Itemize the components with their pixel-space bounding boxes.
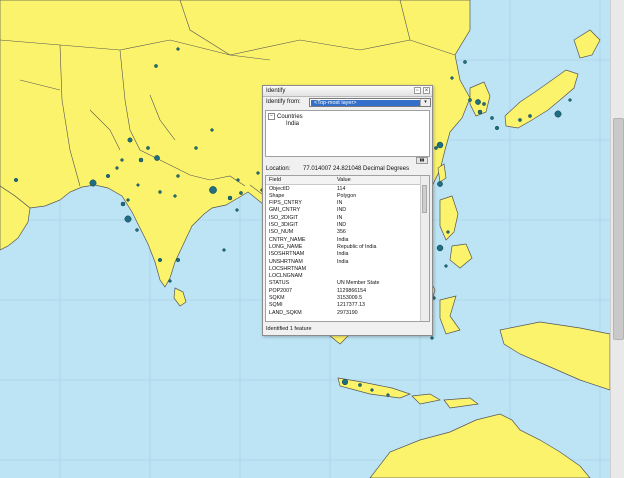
table-row[interactable]: POP2007 1129866154 bbox=[266, 287, 422, 294]
map-vertical-scrollbar[interactable] bbox=[610, 0, 624, 478]
table-row[interactable]: SQMI 1217377.13 bbox=[266, 302, 422, 309]
identify-from-label: Identify from: bbox=[266, 99, 301, 105]
table-row[interactable]: ISOSHRTNAM India bbox=[266, 251, 422, 258]
field-name: Shape bbox=[269, 192, 285, 199]
table-row[interactable]: SQKM 3153009.5 bbox=[266, 295, 422, 302]
field-value: 3153009.5 bbox=[337, 295, 363, 301]
field-value: IN bbox=[337, 200, 343, 207]
field-value: Republic of India bbox=[337, 243, 377, 250]
field-value: India bbox=[337, 251, 349, 258]
chevron-down-icon[interactable]: ▾ bbox=[420, 99, 430, 106]
table-header: Field Value bbox=[266, 176, 422, 185]
field-value: IND bbox=[337, 222, 347, 228]
tree-node-layer[interactable]: − Countries bbox=[268, 113, 303, 120]
field-value: 114 bbox=[337, 185, 346, 192]
table-row[interactable]: ISO_2DIGIT IN bbox=[266, 214, 422, 221]
field-name: POP2007 bbox=[269, 287, 292, 294]
field-value: IN bbox=[337, 214, 343, 221]
field-name: ObjectID bbox=[269, 185, 290, 192]
field-name: SQMI bbox=[269, 302, 283, 309]
field-value: IND bbox=[337, 207, 347, 214]
table-row[interactable]: Shape Polygon bbox=[266, 192, 422, 199]
field-value: India bbox=[337, 236, 349, 243]
table-row[interactable]: FIPS_CNTRY IN bbox=[266, 200, 422, 207]
field-name: GMI_CNTRY bbox=[269, 207, 301, 214]
field-name: ISOSHRTNAM bbox=[269, 251, 305, 258]
field-name: STATUS bbox=[269, 280, 290, 287]
tree-node-feature[interactable]: India bbox=[286, 121, 299, 127]
field-value: UN Member State bbox=[337, 280, 380, 287]
identify-window[interactable]: Identify ▫ × Identify from: <Top-most la… bbox=[262, 85, 433, 336]
splitter-handle[interactable]: ▮▮ bbox=[416, 157, 428, 164]
attribute-table[interactable]: Field Value ObjectID 114 Shape Polygon FIPS_… bbox=[265, 175, 430, 322]
column-header-value[interactable]: Value bbox=[337, 177, 351, 183]
field-value: 2973190 bbox=[337, 309, 358, 316]
results-tree[interactable]: − Countries India bbox=[265, 110, 430, 157]
identify-title: Identify bbox=[266, 87, 286, 94]
field-name: ISO_NUM bbox=[269, 229, 294, 236]
status-text: Identified 1 feature bbox=[266, 326, 312, 332]
table-scrollbar[interactable] bbox=[420, 176, 429, 321]
table-row[interactable]: UNSHRTNAM India bbox=[266, 258, 422, 265]
field-value: 356 bbox=[337, 229, 346, 236]
table-row[interactable]: LONG_NAME Republic of India bbox=[266, 243, 422, 250]
table-row[interactable]: LOCLNGNAM bbox=[266, 273, 422, 280]
table-scroll-thumb[interactable] bbox=[422, 185, 427, 213]
table-row[interactable]: ISO_NUM 356 bbox=[266, 229, 422, 236]
table-row[interactable]: GMI_CNTRY IND bbox=[266, 207, 422, 214]
pin-icon[interactable]: ▫ bbox=[414, 87, 421, 94]
field-name: LOCLNGNAM bbox=[269, 273, 303, 280]
field-value: India bbox=[337, 258, 349, 265]
column-header-field[interactable]: Field bbox=[269, 177, 281, 183]
table-row[interactable]: LAND_SQKM 2973190 bbox=[266, 309, 422, 316]
collapse-icon[interactable]: − bbox=[268, 113, 275, 120]
field-name: UNSHRTNAM bbox=[269, 258, 303, 265]
identify-from-dropdown[interactable]: <Top-most layer> ▾ bbox=[309, 98, 431, 107]
identify-titlebar[interactable]: Identify ▫ × bbox=[263, 86, 432, 97]
location-label: Location: bbox=[266, 166, 291, 172]
table-row[interactable]: CNTRY_NAME India bbox=[266, 236, 422, 243]
field-name: CNTRY_NAME bbox=[269, 236, 306, 243]
field-value: Polygon bbox=[337, 192, 357, 199]
map-scrollbar-thumb[interactable] bbox=[613, 118, 624, 340]
table-row[interactable]: LOCSHRTNAM bbox=[266, 265, 422, 272]
field-value: 1217377.13 bbox=[337, 302, 365, 309]
identify-from-value: <Top-most layer> bbox=[311, 100, 420, 106]
field-name: LONG_NAME bbox=[269, 243, 303, 250]
table-row[interactable]: ObjectID 114 bbox=[266, 185, 422, 192]
tree-layer-label: Countries bbox=[277, 114, 303, 121]
field-name: LAND_SQKM bbox=[269, 309, 302, 316]
field-name: ISO_3DIGIT bbox=[269, 222, 299, 228]
table-row[interactable]: ISO_3DIGIT IND bbox=[266, 222, 422, 229]
location-value: 77.014007 24.821048 Decimal Degrees bbox=[303, 166, 410, 172]
field-name: LOCSHRTNAM bbox=[269, 265, 306, 272]
field-name: FIPS_CNTRY bbox=[269, 200, 302, 207]
table-row[interactable]: STATUS UN Member State bbox=[266, 280, 422, 287]
field-name: ISO_2DIGIT bbox=[269, 214, 299, 221]
field-value: 1129866154 bbox=[337, 287, 367, 294]
field-name: SQKM bbox=[269, 295, 285, 301]
close-icon[interactable]: × bbox=[423, 87, 430, 94]
